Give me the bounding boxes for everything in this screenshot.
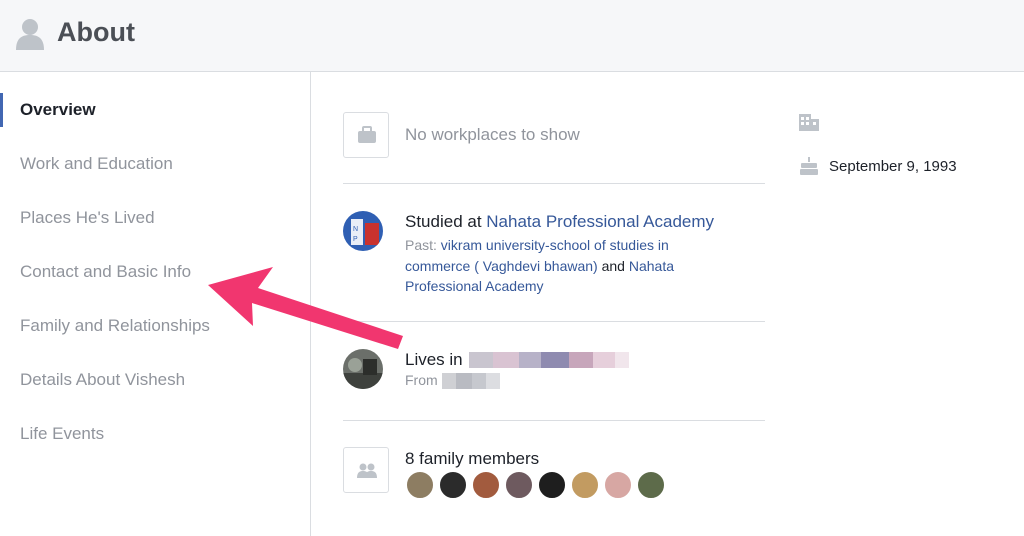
page-header: About [0, 0, 1024, 72]
sidebar-item-life-events[interactable]: Life Events [0, 417, 311, 451]
building-icon [797, 110, 821, 137]
redacted-current-city [469, 350, 629, 370]
lives-in-label: Lives in [405, 350, 463, 369]
school-avatar[interactable]: N P [343, 211, 383, 251]
sidebar-item-contact-info[interactable]: Contact and Basic Info [0, 255, 311, 289]
about-sidebar: Overview Work and Education Places He's … [0, 72, 311, 536]
birthday-cake-icon [799, 156, 819, 181]
family-member-avatar[interactable] [570, 470, 600, 500]
family-member-avatar[interactable] [405, 470, 435, 500]
divider [343, 420, 765, 421]
sidebar-item-places-lived[interactable]: Places He's Lived [0, 201, 311, 235]
page-title: About [57, 17, 135, 47]
svg-text:N: N [353, 226, 358, 233]
sidebar-item-family-relationships[interactable]: Family and Relationships [0, 309, 311, 343]
from-label: From [405, 372, 438, 388]
family-member-avatar[interactable] [636, 470, 666, 500]
user-silhouette-icon [16, 18, 44, 50]
redacted-hometown [442, 372, 500, 390]
studied-at-label: Studied at [405, 212, 487, 231]
past-label: Past: [405, 237, 441, 253]
past-school-link-1b[interactable]: commerce ( Vaghdevi bhawan) [405, 258, 598, 274]
family-member-avatar[interactable] [537, 470, 567, 500]
sidebar-item-details-about[interactable]: Details About Vishesh [0, 363, 311, 397]
family-member-avatar[interactable] [603, 470, 633, 500]
family-icon [343, 447, 389, 493]
past-school-link-2a[interactable]: Nahata [629, 258, 674, 274]
school-link[interactable]: Nahata Professional Academy [486, 212, 714, 231]
family-members-count: 8 family members [405, 449, 540, 468]
sidebar-item-work-education[interactable]: Work and Education [0, 147, 311, 181]
past-and-text: and [597, 257, 629, 274]
divider [343, 321, 765, 322]
past-school-link-2b[interactable]: Professional Academy [405, 278, 544, 294]
place-avatar[interactable] [343, 349, 383, 389]
family-member-avatar[interactable] [471, 470, 501, 500]
sidebar-item-overview[interactable]: Overview [0, 93, 311, 127]
education-headline: Studied at Nahata Professional Academy [405, 212, 714, 232]
divider [343, 183, 765, 184]
no-workplaces-text: No workplaces to show [405, 125, 580, 144]
svg-text:P: P [353, 236, 358, 243]
education-past: Past: vikram university-school of studie… [405, 235, 674, 297]
family-member-avatar[interactable] [438, 470, 468, 500]
past-school-link-1a[interactable]: vikram university-school of studies in [441, 237, 669, 253]
briefcase-icon [343, 112, 389, 158]
birthday-date: September 9, 1993 [829, 158, 957, 175]
family-member-avatar[interactable] [504, 470, 534, 500]
